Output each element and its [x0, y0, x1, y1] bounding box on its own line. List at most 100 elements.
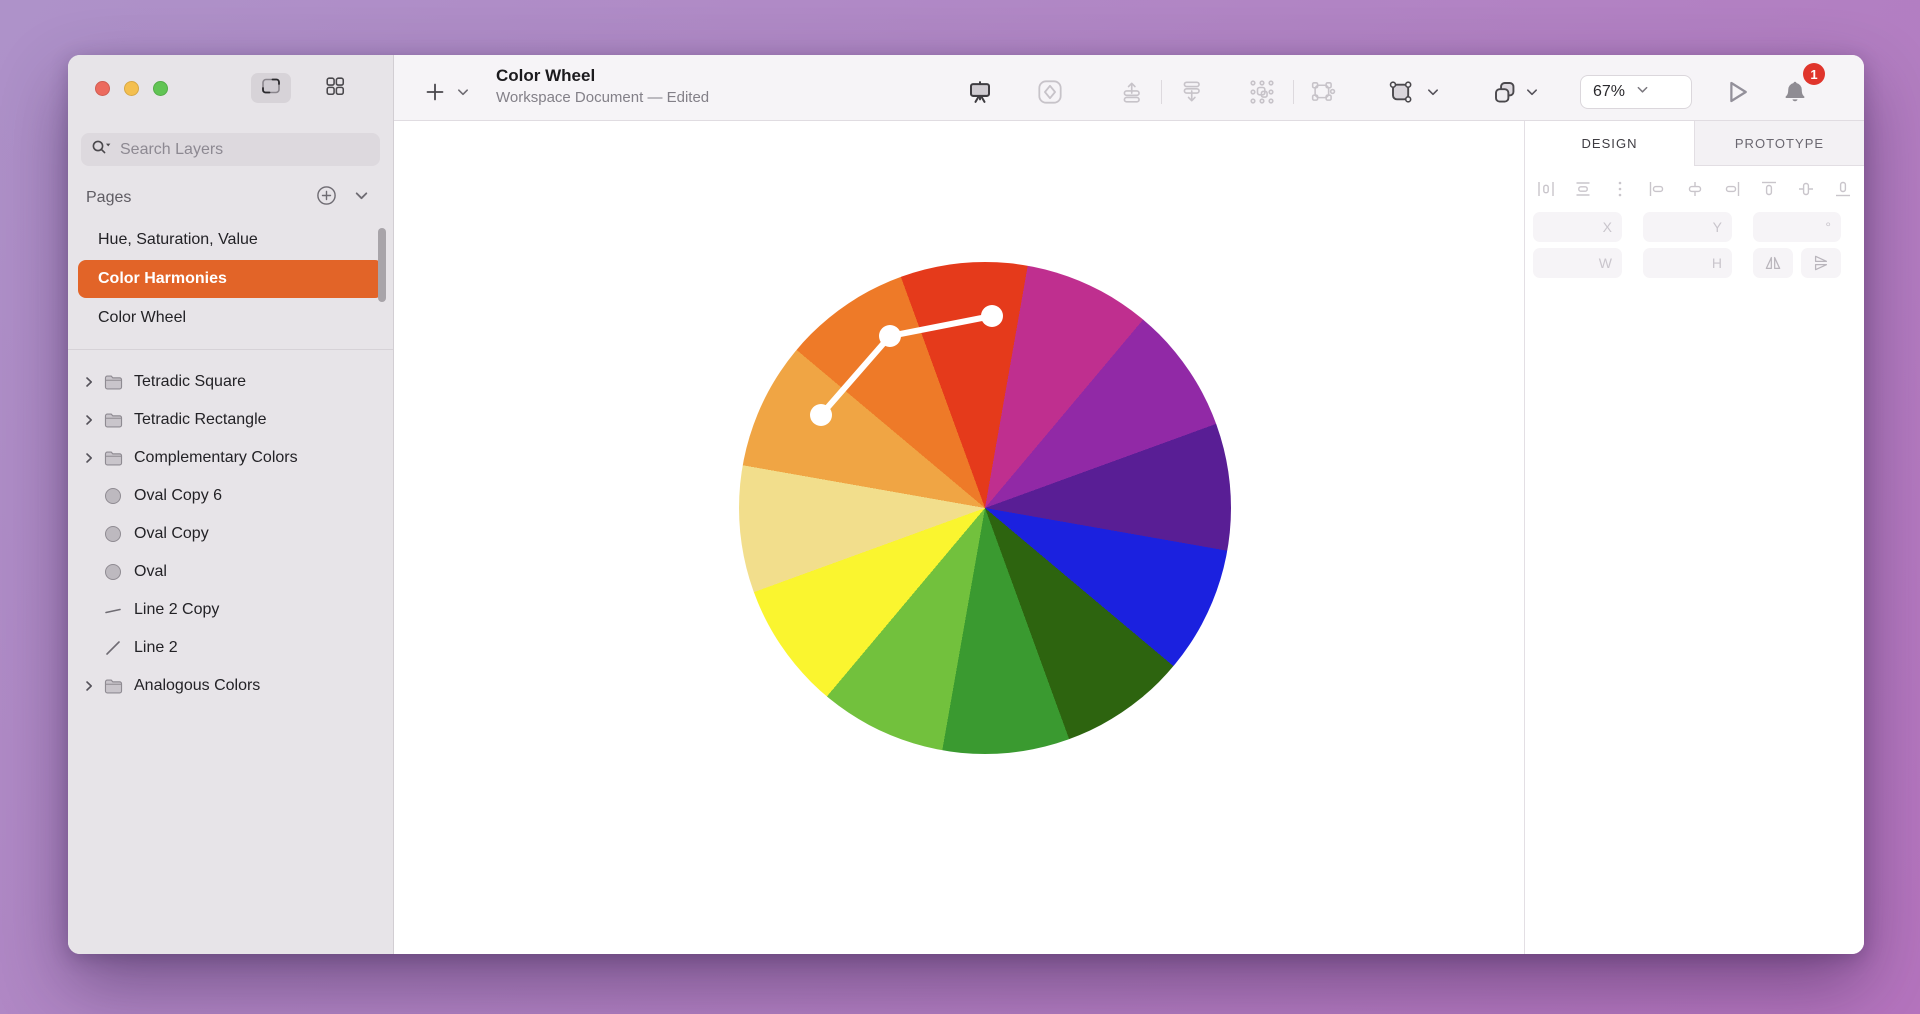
layer-item-line-2[interactable]: Line 2: [68, 629, 393, 667]
desktop: { "background": { "top_left": "#AE92C9",…: [0, 0, 1920, 1014]
search-field[interactable]: [81, 133, 380, 166]
copies-chevron-icon[interactable]: [1526, 86, 1539, 99]
line-diagonal-icon: [103, 639, 123, 657]
sidebar-header: [68, 55, 393, 121]
app-window: Pages Hue, Saturation, Value Color Harmon…: [68, 55, 1864, 954]
flip-horizontal-button[interactable]: [1753, 248, 1793, 278]
page-item-color-wheel[interactable]: Color Wheel: [78, 299, 383, 337]
transform-chevron-icon[interactable]: [1427, 86, 1440, 99]
expand-chevron-icon[interactable]: [82, 414, 96, 426]
layer-item-label: Oval: [134, 563, 167, 581]
flip-vertical-button[interactable]: [1801, 248, 1841, 278]
symbol-button[interactable]: [1037, 79, 1064, 106]
page-item-color-harmonies[interactable]: Color Harmonies: [78, 260, 383, 298]
vector-group-button[interactable]: [1310, 79, 1337, 106]
folder-icon: [103, 450, 123, 467]
layers-list: Tetradic Square Tetradic Rectangle Complem…: [68, 363, 393, 705]
harmony-point[interactable]: [879, 325, 901, 347]
layer-item-label: Line 2 Copy: [134, 601, 219, 619]
group-selection-button[interactable]: [1249, 79, 1276, 106]
align-left-icon[interactable]: [1646, 178, 1668, 205]
sidebar: Pages Hue, Saturation, Value Color Harmon…: [68, 55, 394, 954]
flip-buttons: [1753, 248, 1841, 278]
layer-item-label: Tetradic Rectangle: [134, 411, 267, 429]
pages-list: Hue, Saturation, Value Color Harmonies Col…: [68, 221, 393, 337]
alignment-toolbar: [1525, 180, 1864, 202]
height-field[interactable]: H: [1643, 248, 1732, 278]
notification-badge[interactable]: 1: [1803, 63, 1825, 85]
collapse-pages-icon[interactable]: [354, 188, 369, 208]
copies-button[interactable]: [1492, 79, 1519, 106]
layer-item-oval-copy[interactable]: Oval Copy: [68, 515, 393, 553]
toolbar-separator: [1293, 80, 1294, 104]
x-field[interactable]: X: [1533, 212, 1622, 242]
more-dots-icon[interactable]: [1609, 178, 1631, 205]
layer-item-tetradic-square[interactable]: Tetradic Square: [68, 363, 393, 401]
harmony-point[interactable]: [810, 404, 832, 426]
search-input[interactable]: [120, 141, 370, 159]
layer-item-oval[interactable]: Oval: [68, 553, 393, 591]
artboard-view-button[interactable]: [251, 73, 291, 103]
layer-item-label: Line 2: [134, 639, 178, 657]
presentation-button[interactable]: [967, 79, 994, 106]
layer-item-complementary-colors[interactable]: Complementary Colors: [68, 439, 393, 477]
canvas[interactable]: [394, 121, 1524, 954]
bell-icon[interactable]: [1781, 78, 1809, 106]
traffic-lights: [95, 81, 168, 96]
page-item-hue-saturation-value[interactable]: Hue, Saturation, Value: [78, 221, 383, 259]
document-subtitle: Workspace Document — Edited: [496, 88, 709, 107]
play-button[interactable]: [1722, 77, 1752, 107]
sidebar-divider: [68, 349, 393, 350]
distribute-vertical-icon[interactable]: [1572, 178, 1594, 205]
sidebar-view-toggles: [251, 73, 355, 103]
add-page-button[interactable]: [315, 184, 338, 212]
tab-prototype[interactable]: PROTOTYPE: [1694, 121, 1864, 166]
align-middle-vertical-icon[interactable]: [1795, 178, 1817, 205]
align-right-icon[interactable]: [1721, 178, 1743, 205]
zoom-value: 67%: [1593, 83, 1636, 101]
inspector-panel: DESIGN PROTOTYPE X Y °: [1524, 121, 1864, 954]
harmony-line-overlay: [394, 121, 1524, 954]
distribute-horizontal-icon[interactable]: [1535, 178, 1557, 205]
fullscreen-button[interactable]: [153, 81, 168, 96]
folder-icon: [103, 678, 123, 695]
transform-button[interactable]: [1389, 79, 1416, 106]
harmony-point[interactable]: [981, 305, 1003, 327]
geometry-fields: X Y ° W H: [1525, 202, 1864, 278]
width-field[interactable]: W: [1533, 248, 1622, 278]
layer-item-line-2-copy[interactable]: Line 2 Copy: [68, 591, 393, 629]
search-icon: [91, 138, 113, 161]
tab-design[interactable]: DESIGN: [1525, 121, 1694, 166]
expand-chevron-icon[interactable]: [82, 680, 96, 692]
pages-title: Pages: [86, 189, 131, 207]
expand-chevron-icon[interactable]: [82, 376, 96, 388]
align-top-icon[interactable]: [1758, 178, 1780, 205]
sidebar-scrollbar[interactable]: [378, 228, 386, 302]
align-center-horizontal-icon[interactable]: [1684, 178, 1706, 205]
y-field[interactable]: Y: [1643, 212, 1732, 242]
close-button[interactable]: [95, 81, 110, 96]
content: DESIGN PROTOTYPE X Y °: [394, 121, 1864, 954]
zoom-dropdown[interactable]: 67%: [1580, 75, 1692, 109]
page-item-label: Color Harmonies: [98, 270, 227, 288]
line-horizontal-icon: [103, 601, 123, 619]
toolbar: Color Wheel Workspace Document — Edited: [394, 55, 1864, 121]
align-bottom-icon[interactable]: [1832, 178, 1854, 205]
harmony-line[interactable]: [821, 316, 992, 415]
bring-forward-button[interactable]: [1119, 79, 1145, 105]
grid-view-button[interactable]: [315, 73, 355, 103]
insert-button[interactable]: [423, 80, 447, 104]
zoom-chevron-icon: [1636, 83, 1679, 101]
layer-item-oval-copy-6[interactable]: Oval Copy 6: [68, 477, 393, 515]
layer-item-analogous-colors[interactable]: Analogous Colors: [68, 667, 393, 705]
expand-chevron-icon[interactable]: [82, 452, 96, 464]
insert-chevron-icon[interactable]: [457, 86, 470, 99]
page-item-label: Color Wheel: [98, 309, 186, 327]
minimize-button[interactable]: [124, 81, 139, 96]
rotation-field[interactable]: °: [1753, 212, 1841, 242]
search-wrap: [68, 121, 393, 166]
send-backward-button[interactable]: [1179, 79, 1205, 105]
layer-item-label: Analogous Colors: [134, 677, 260, 695]
toolbar-separator: [1161, 80, 1162, 104]
layer-item-tetradic-rectangle[interactable]: Tetradic Rectangle: [68, 401, 393, 439]
